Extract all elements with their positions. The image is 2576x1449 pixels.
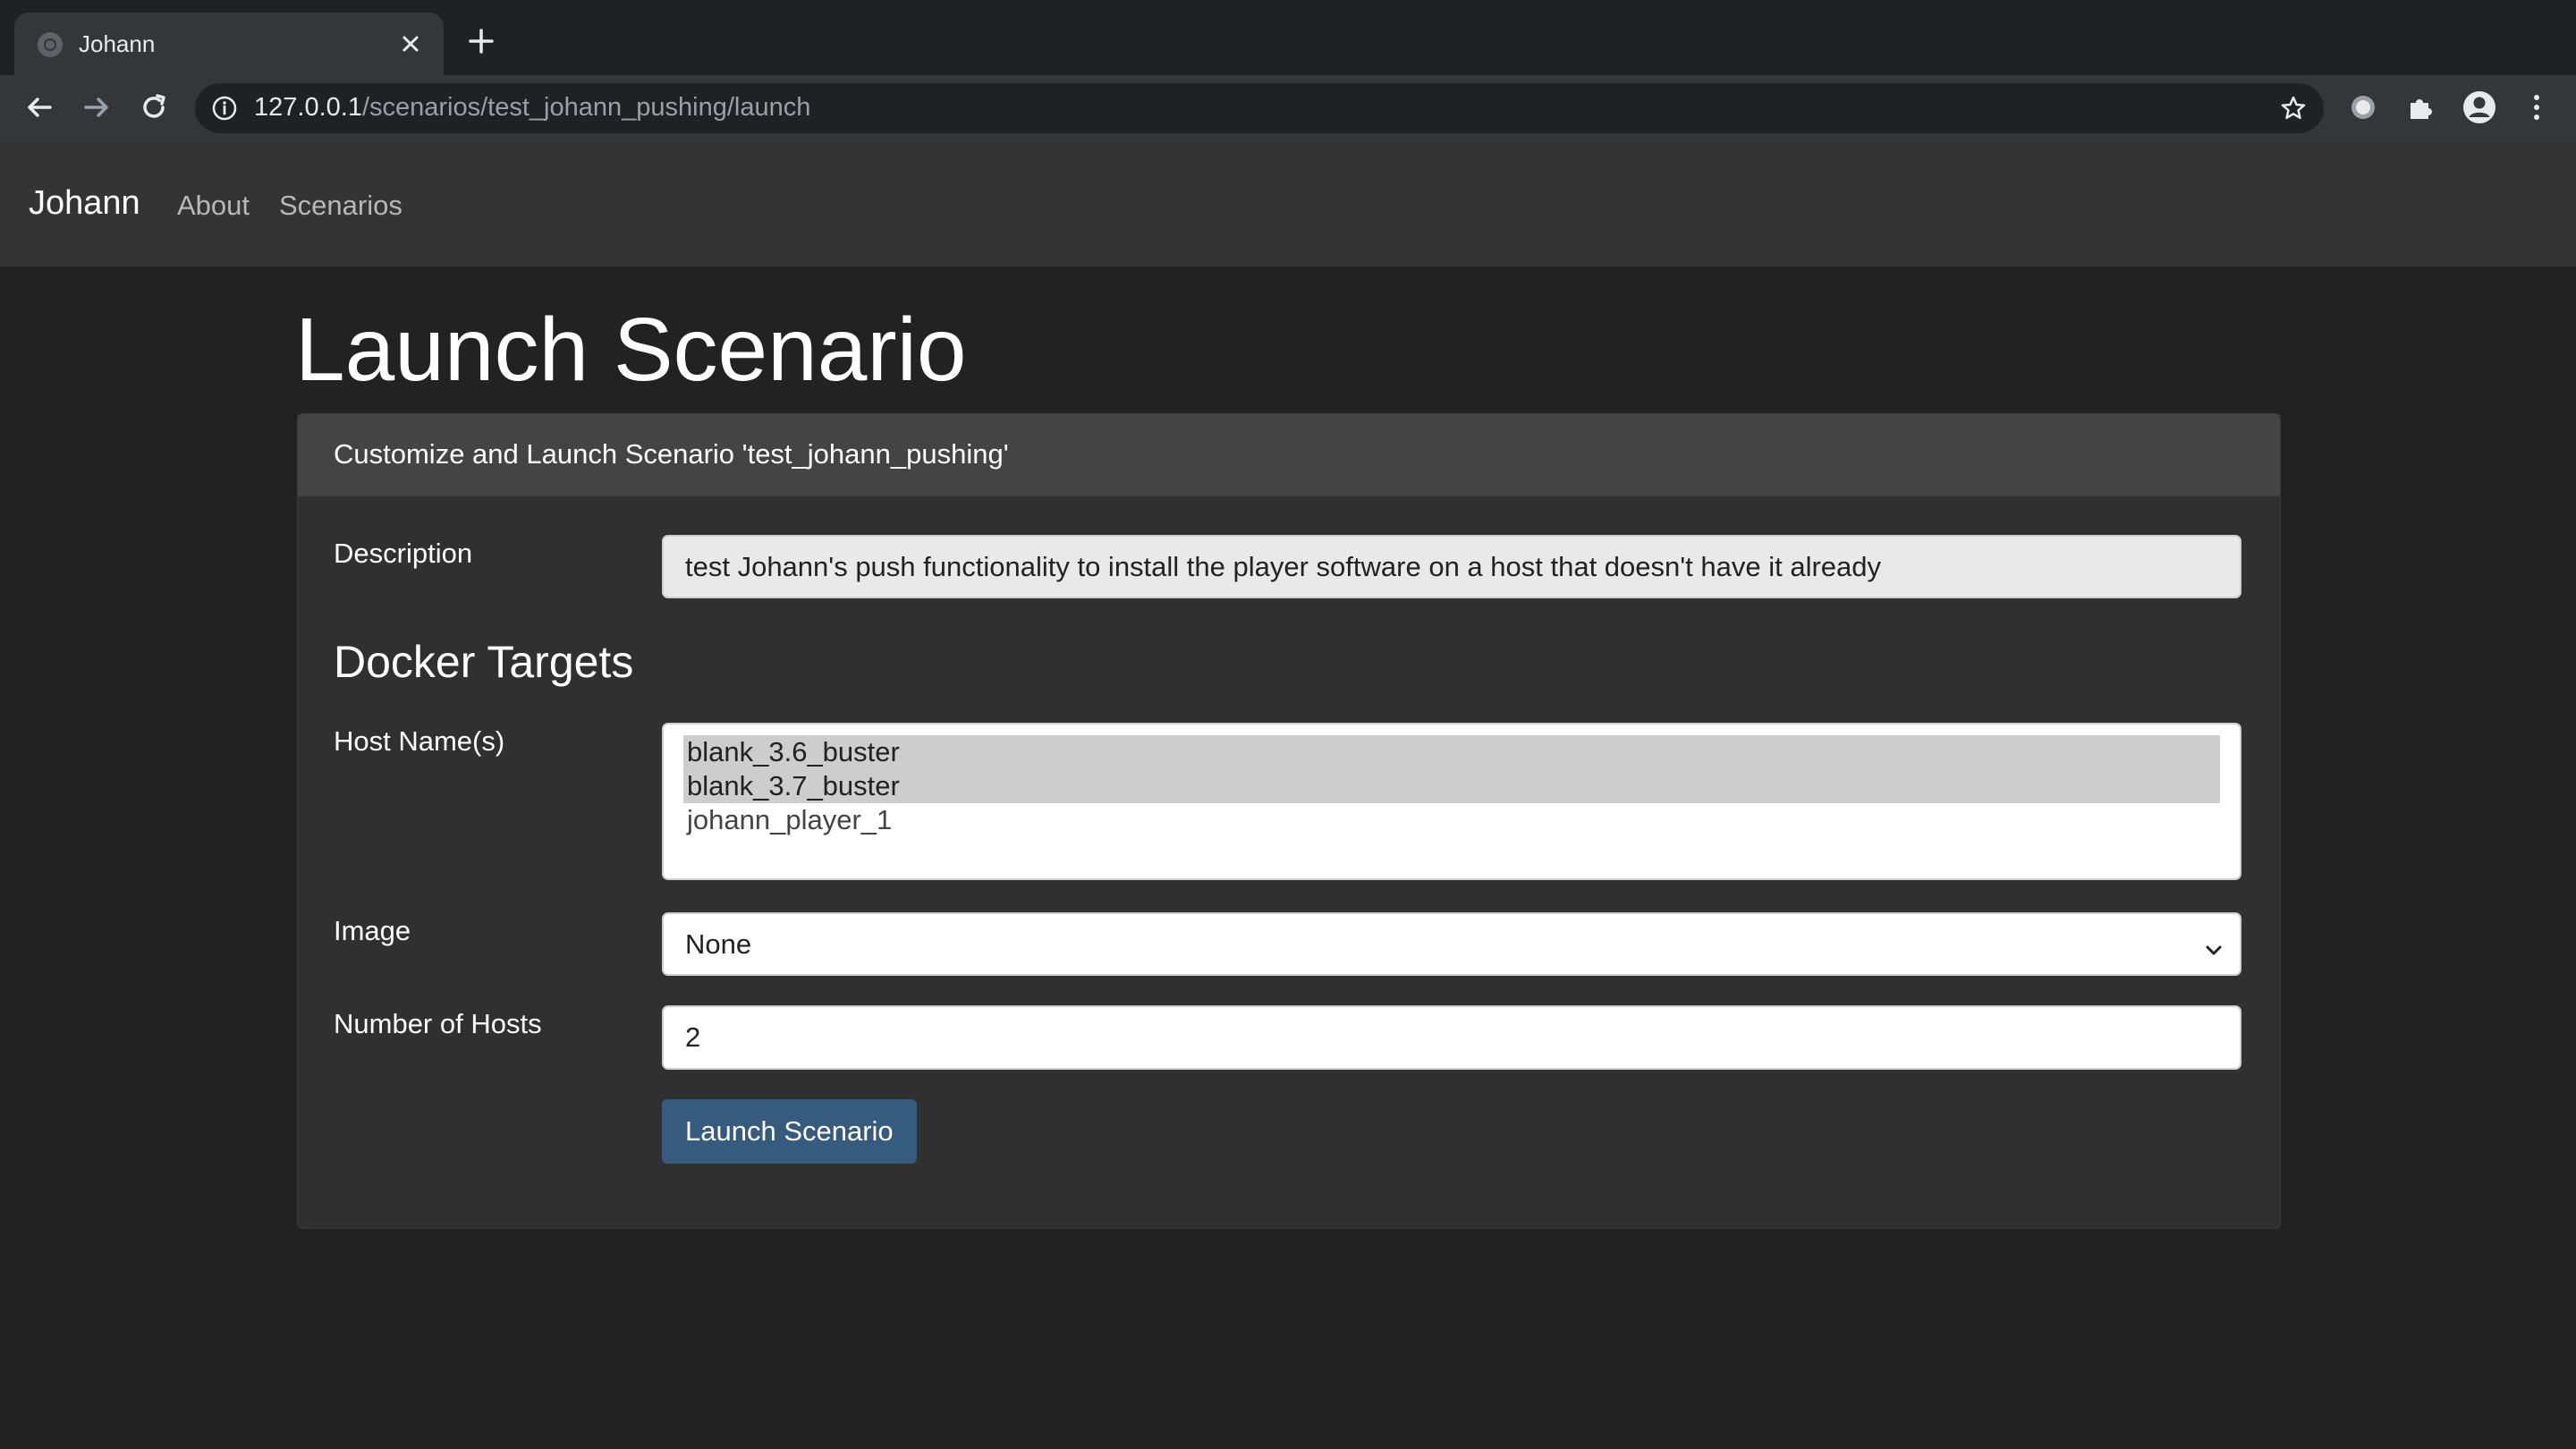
nav-link-scenarios[interactable]: Scenarios [279,190,402,222]
description-label: Description [334,538,473,569]
globe-icon [38,32,63,57]
docker-targets-heading: Docker Targets [334,637,634,687]
close-icon[interactable] [395,29,426,59]
url-host: 127.0.0.1 [254,93,362,122]
tab-title: Johann [79,30,156,57]
brand-link[interactable]: Johann [29,184,140,223]
card-header: Customize and Launch Scenario 'test_joha… [298,414,2280,496]
record-icon[interactable] [2343,88,2383,127]
num-hosts-value: 2 [685,1021,701,1053]
image-select-value: None [685,928,752,960]
back-arrow-icon[interactable] [20,88,59,127]
launch-scenario-button[interactable]: Launch Scenario [662,1099,917,1164]
host-option-blank-3-6-buster[interactable]: blank_3.6_buster [683,735,2220,769]
url-text: 127.0.0.1/scenarios/test_johann_pushing/… [254,93,810,123]
image-select[interactable]: None [662,912,2241,976]
page-title: Launch Scenario [295,300,967,400]
num-hosts-label: Number of Hosts [334,1008,542,1039]
description-value: test Johann's push functionality to inst… [685,550,1882,582]
url-path: /scenarios/test_johann_pushing/launch [361,93,811,122]
nav-link-about[interactable]: About [177,190,250,222]
browser-tabstrip: Johann [0,0,2576,75]
host-names-label: Host Name(s) [334,725,505,757]
chevron-down-icon [2204,935,2224,954]
puzzle-icon[interactable] [2401,88,2440,127]
launch-card: Customize and Launch Scenario 'test_joha… [297,413,2281,1229]
card-header-text: Customize and Launch Scenario 'test_joha… [334,438,1009,470]
address-bar[interactable]: 127.0.0.1/scenarios/test_johann_pushing/… [195,83,2324,133]
host-option-blank-3-7-buster[interactable]: blank_3.7_buster [683,769,2220,803]
forward-arrow-icon[interactable] [77,88,116,127]
info-icon[interactable] [211,95,238,122]
description-field: test Johann's push functionality to inst… [662,535,2241,598]
image-label: Image [334,915,411,946]
site-navbar: Johann About Scenarios [0,140,2576,267]
star-icon[interactable] [2279,94,2308,123]
account-icon[interactable] [2460,88,2499,127]
browser-tab[interactable]: Johann [14,13,444,75]
kebab-menu-icon[interactable] [2517,88,2556,127]
browser-toolbar: 127.0.0.1/scenarios/test_johann_pushing/… [0,75,2576,140]
host-option-johann-player-1[interactable]: johann_player_1 [683,803,2220,837]
host-names-listbox[interactable]: blank_3.6_buster blank_3.7_buster johann… [662,723,2241,880]
num-hosts-input[interactable]: 2 [662,1005,2241,1070]
reload-icon[interactable] [134,88,174,127]
plus-icon[interactable] [463,23,499,59]
